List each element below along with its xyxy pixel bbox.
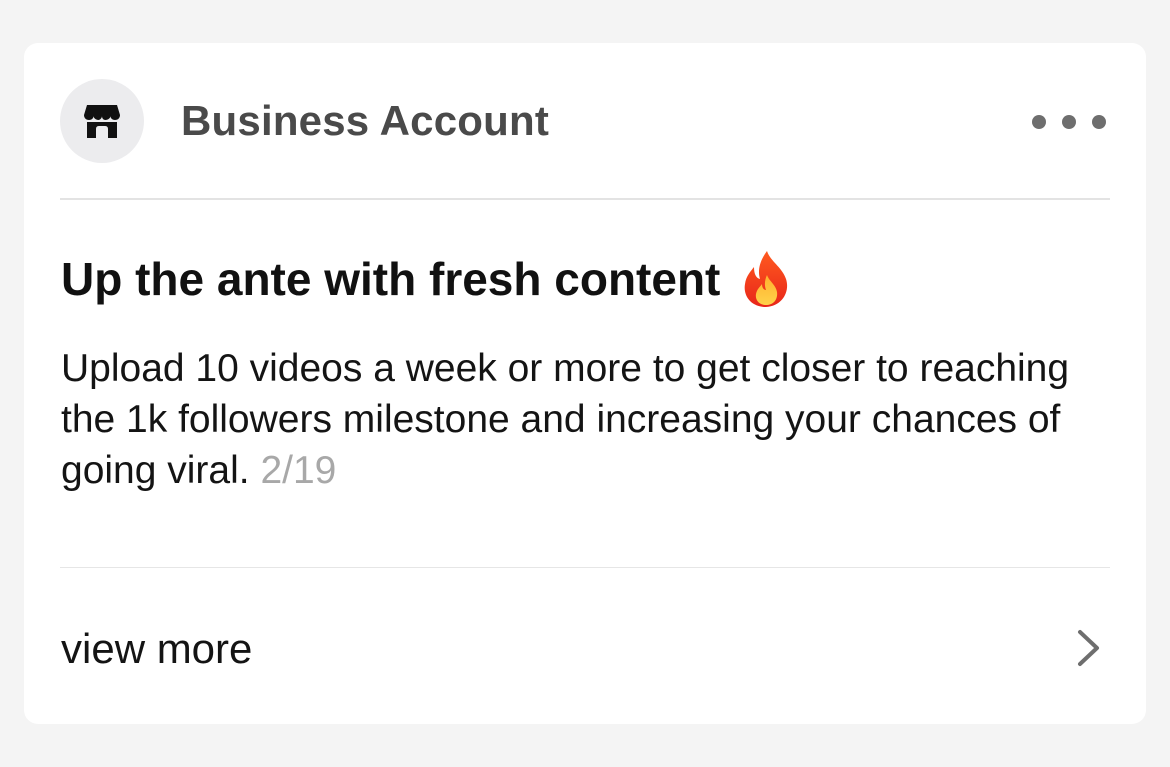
tip-title-text: Up the ante with fresh content: [61, 253, 721, 305]
tip-counter: 2/19: [260, 449, 337, 492]
view-more-label: view more: [61, 625, 253, 672]
storefront-icon: [84, 105, 120, 138]
more-options-button[interactable]: [1032, 101, 1106, 143]
tip-body-text: Upload 10 videos a week or more to get c…: [61, 347, 1070, 492]
view-more-button[interactable]: view more: [24, 568, 1146, 724]
account-name: Business Account: [181, 97, 550, 144]
card-header: Business Account: [24, 43, 1146, 200]
avatar[interactable]: [60, 79, 144, 163]
more-horizontal-icon: [1062, 115, 1076, 129]
fire-icon: [745, 251, 788, 307]
more-horizontal-icon: [1032, 115, 1046, 129]
header-divider: [60, 198, 1110, 200]
tip-card: Business Account Up the ante with fresh …: [24, 43, 1146, 724]
tip-body: Upload 10 videos a week or more to get c…: [61, 343, 1081, 496]
chevron-right-icon: [1078, 630, 1099, 666]
more-horizontal-icon: [1092, 115, 1106, 129]
tip-title: Up the ante with fresh content: [61, 249, 792, 309]
